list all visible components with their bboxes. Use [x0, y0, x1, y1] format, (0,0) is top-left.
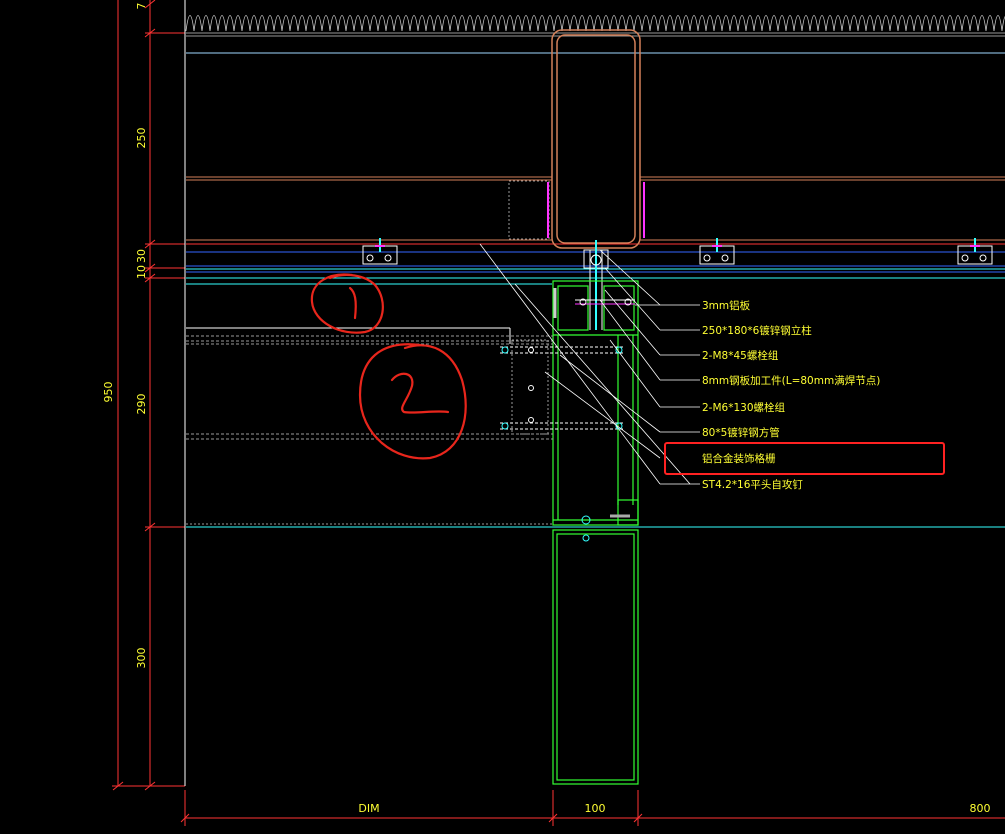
dim-segment-30: 30: [135, 249, 148, 263]
callout-m6-bolts: 2-M6*130螺栓组: [702, 401, 786, 414]
steel-tube-80x5: [186, 327, 1005, 528]
left-dimension-chain: [112, 0, 185, 791]
callout-aluminum-grille: 铝合金装饰格栅: [702, 452, 776, 465]
cad-drawing-canvas: 950 7 250 10 30 290 300 DIM 100 800 3mm铝…: [0, 0, 1005, 826]
dim-segment-300: 300: [135, 648, 148, 669]
annotation-label-2: 2: [0, 0, 1, 1]
insulation-hatch: [185, 15, 1005, 37]
bracket-clip-icon: [362, 238, 398, 265]
callout-aluminum-panel: 3mm铝板: [702, 299, 751, 312]
steel-column-250x180: [551, 29, 641, 249]
dim-segment-10: 10: [135, 265, 148, 279]
bracket-clip-icon: [699, 238, 735, 265]
bracket-clip-icon: [957, 238, 993, 265]
column-weld-marks: [547, 182, 645, 238]
dim-segment-250: 250: [135, 128, 148, 149]
callout-steel-plate: 8mm钢板加工件(L=80mm满焊节点): [702, 374, 880, 387]
dim-overall-height: 950: [102, 382, 115, 403]
callout-steel-tube: 80*5镀锌钢方管: [702, 426, 780, 439]
callout-m8-bolts: 2-M8*45螺栓组: [702, 349, 779, 362]
dim-bottom-left: DIM: [358, 802, 379, 815]
aluminum-grille-profile: [552, 280, 639, 785]
dim-bottom-mid: 100: [585, 802, 606, 815]
dim-segment-top: 7: [135, 3, 148, 10]
callout-steel-column: 250*180*6镀锌钢立柱: [702, 324, 812, 337]
upper-structure-lines: [186, 52, 1005, 245]
handwritten-annotation-2: 2: [0, 0, 467, 460]
annotation-label-1: 1: [0, 0, 1, 1]
dim-segment-290: 290: [135, 394, 148, 415]
dim-bottom-right: 800: [970, 802, 991, 815]
callout-self-tapping-screw: ST4.2*16平头自攻钉: [702, 478, 803, 491]
handwritten-annotation-1: 1: [0, 0, 384, 334]
